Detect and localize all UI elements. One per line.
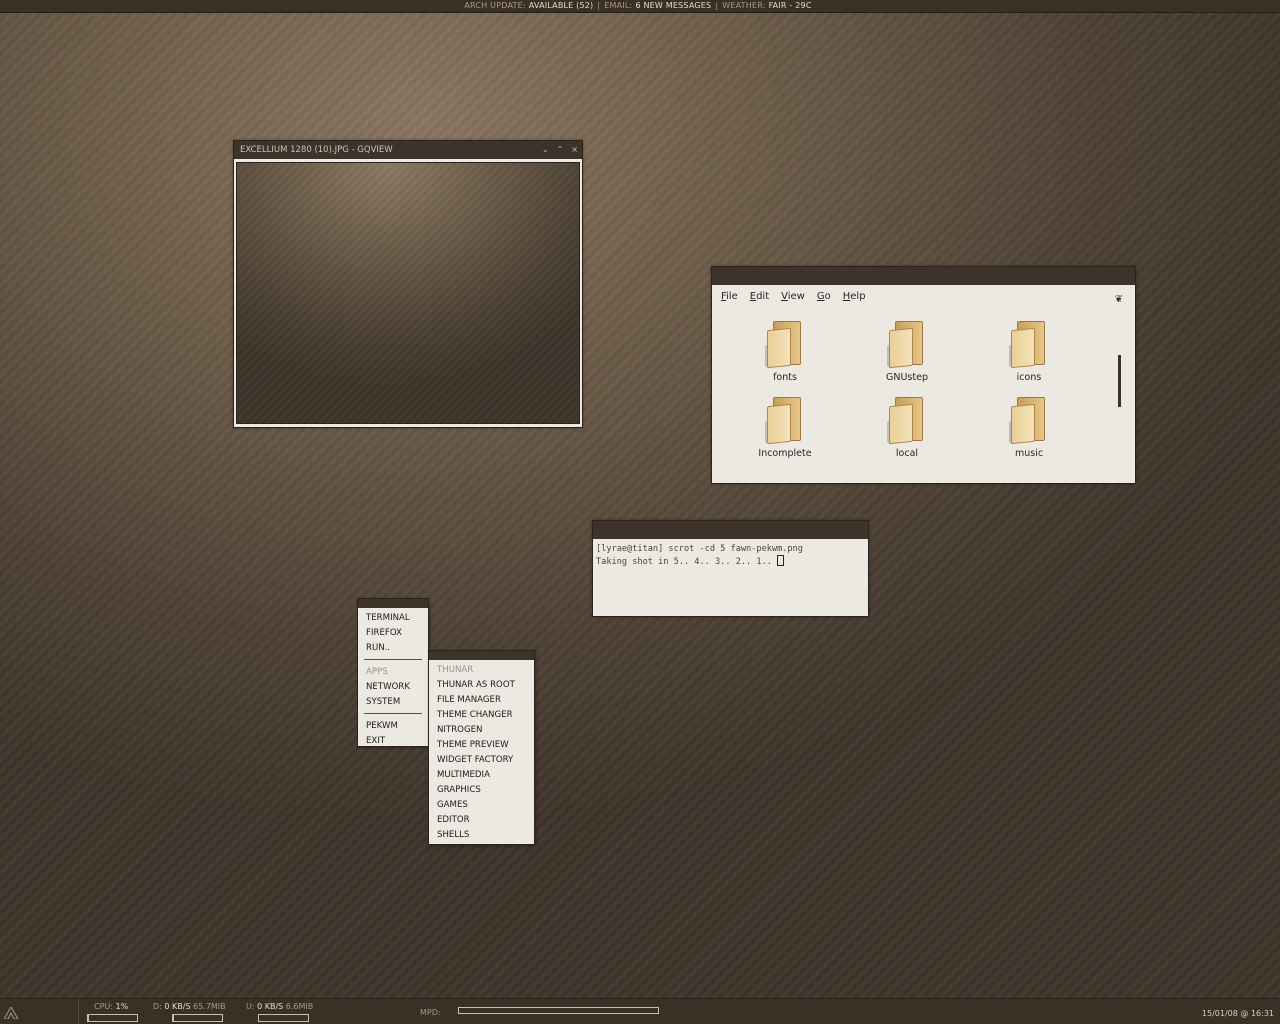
menu-item-firefox[interactable]: FIREFOX [358,626,428,641]
root-menu: TERMINAL FIREFOX RUN.. APPS NETWORK SYST… [357,598,429,747]
folder-item-icons[interactable]: icons [968,319,1090,383]
menu-item-theme-preview[interactable]: THEME PREVIEW [429,738,534,753]
mpd-progress-bar[interactable] [458,1007,659,1014]
menu-item-shells[interactable]: SHELLS [429,828,534,843]
folder-icon [1009,319,1049,369]
upload-meter [258,1014,309,1022]
menu-separator [364,713,422,714]
folder-label: local [895,448,919,459]
arch-update-label: ARCH UPDATE: [464,1,526,10]
throbber-icon: ❦ [1114,294,1123,305]
terminal-line: Taking shot in 5.. 4.. 3.. 2.. 1.. [596,557,778,567]
upload-rate: 0 KB/S [257,1002,284,1011]
folder-label: fonts [773,372,797,383]
cpu-meter [87,1014,138,1022]
download-label: D: [153,1002,162,1011]
folder-item-local[interactable]: local [846,395,968,459]
menu-item-nitrogen[interactable]: NITROGEN [429,723,534,738]
folder-label: GNUstep [886,372,928,383]
file-manager-titlebar[interactable] [712,267,1135,285]
apps-submenu: THUNAR THUNAR AS ROOT FILE MANAGER THEME… [428,650,535,845]
weather-label: WEATHER: [722,1,766,10]
menu-item-theme-changer[interactable]: THEME CHANGER [429,708,534,723]
download-total: 65.7MIB [193,1002,226,1011]
terminal-line: [lyrae@titan] scrot -cd 5 fawn-pekwm.png [596,544,803,554]
folder-item-gnustep[interactable]: GNUstep [846,319,968,383]
separator: | [597,1,601,10]
upload-total: 6.6MIB [285,1002,314,1011]
top-status-bar: ARCH UPDATE: AVAILABLE (52) | EMAIL: 6 N… [0,0,1280,13]
menu-item-file-manager[interactable]: FILE MANAGER [429,693,534,708]
image-viewport[interactable] [236,162,580,424]
minimize-icon[interactable]: ⌄ [542,141,549,159]
mpd-label: MPD: [420,1008,441,1017]
menu-bar: File Edit View Go Help [712,285,1135,307]
menu-item-graphics[interactable]: GRAPHICS [429,783,534,798]
download-rate: 0 KB/S [164,1002,191,1011]
menu-item-thunar-root[interactable]: THUNAR AS ROOT [429,678,534,693]
menu-item-terminal[interactable]: TERMINAL [358,611,428,626]
menu-item-apps[interactable]: APPS [358,665,428,680]
folder-icon [887,395,927,445]
folder-icon [1009,395,1049,445]
terminal-window[interactable]: [lyrae@titan] scrot -cd 5 fawn-pekwm.png… [592,520,869,617]
menu-edit[interactable]: Edit [750,291,769,302]
menu-file[interactable]: File [721,291,738,302]
menu-item-multimedia[interactable]: MULTIMEDIA [429,768,534,783]
folder-item-music[interactable]: music [968,395,1090,459]
folder-label: icons [1016,372,1042,383]
upload-stat: U: 0 KB/S 6.6MIB [246,1002,313,1011]
menu-item-thunar[interactable]: THUNAR [429,663,534,678]
email-value: 6 NEW MESSAGES [635,1,712,10]
cpu-value: 1% [115,1002,129,1011]
menu-help[interactable]: Help [843,291,866,302]
menu-item-system[interactable]: SYSTEM [358,695,428,710]
menu-item-network[interactable]: NETWORK [358,680,428,695]
arch-update-value: AVAILABLE (52) [528,1,594,10]
terminal-titlebar[interactable] [593,521,868,539]
menu-item-editor[interactable]: EDITOR [429,813,534,828]
menu-item-games[interactable]: GAMES [429,798,534,813]
gqview-titlebar[interactable]: EXCELLIUM 1280 (10).JPG - GQVIEW ⌄ ⌃ × [234,141,582,159]
folder-icon [765,395,805,445]
arch-logo-icon[interactable] [4,1007,18,1019]
menu-view[interactable]: View [781,291,805,302]
terminal-cursor [777,555,785,566]
separator: | [715,1,719,10]
folder-label: music [1014,448,1044,459]
menu-item-run[interactable]: RUN.. [358,641,428,656]
menu-header [429,651,534,660]
menu-item-widget-factory[interactable]: WIDGET FACTORY [429,753,534,768]
folder-item-incomplete[interactable]: Incomplete [724,395,846,459]
scrollbar[interactable] [1118,355,1121,407]
download-stat: D: 0 KB/S 65.7MIB [153,1002,226,1011]
divider [78,999,79,1024]
download-meter [172,1014,223,1022]
file-manager-window[interactable]: File Edit View Go Help ❦ fonts GNUstep i… [711,266,1136,484]
menu-header [358,599,428,608]
menu-item-exit[interactable]: EXIT [358,734,428,749]
gqview-window[interactable]: EXCELLIUM 1280 (10).JPG - GQVIEW ⌄ ⌃ × [233,140,583,428]
folder-item-fonts[interactable]: fonts [724,319,846,383]
close-icon[interactable]: × [571,141,578,159]
window-title: EXCELLIUM 1280 (10).JPG - GQVIEW [240,145,393,155]
maximize-icon[interactable]: ⌃ [557,141,564,159]
clock: 15/01/08 @ 16:31 [1201,1009,1274,1018]
folder-icon [887,319,927,369]
menu-go[interactable]: Go [817,291,831,302]
weather-value: FAIR - 29C [768,1,812,10]
bottom-status-bar: CPU: 1% D: 0 KB/S 65.7MIB U: 0 KB/S 6.6M… [0,998,1280,1024]
cpu-stat: CPU: 1% [94,1002,128,1011]
email-label: EMAIL: [604,1,633,10]
folder-icon [765,319,805,369]
menu-separator [364,659,422,660]
menu-item-pekwm[interactable]: PEKWM [358,719,428,734]
terminal-output[interactable]: [lyrae@titan] scrot -cd 5 fawn-pekwm.png… [593,539,868,572]
folder-label: Incomplete [758,448,812,459]
upload-label: U: [246,1002,255,1011]
cpu-label: CPU: [94,1002,113,1011]
